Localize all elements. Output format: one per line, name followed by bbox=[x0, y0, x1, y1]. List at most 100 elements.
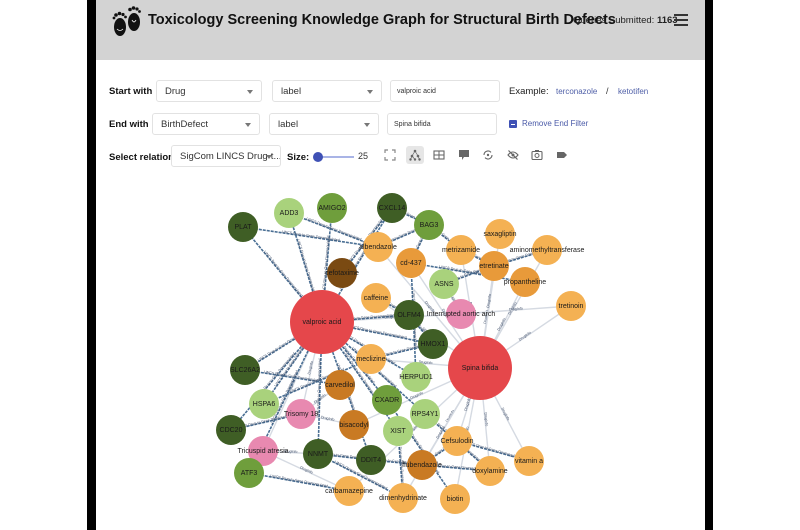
fullscreen-button[interactable] bbox=[381, 146, 399, 164]
chevron-down-icon bbox=[266, 155, 272, 159]
relation-select[interactable]: SigCom LINCS Drug-t... bbox=[171, 145, 281, 167]
graph-node[interactable]: cd-437 bbox=[396, 248, 426, 278]
graph-node[interactable]: meclizine bbox=[356, 344, 386, 374]
graph-node[interactable]: XIST bbox=[383, 416, 413, 446]
node-label: CXCL14 bbox=[379, 205, 406, 212]
start-field-select[interactable]: label bbox=[272, 80, 382, 102]
graph-node[interactable]: PLAT bbox=[228, 212, 258, 242]
screenshot-camera-button[interactable] bbox=[528, 146, 546, 164]
graph-node[interactable]: caffeine bbox=[361, 283, 391, 313]
device-frame-left bbox=[87, 0, 96, 530]
start-type-value: Drug bbox=[165, 86, 186, 97]
node-label: etretinate bbox=[479, 263, 508, 270]
table-view-button[interactable] bbox=[430, 146, 448, 164]
graph-node[interactable]: Trisomy 18 bbox=[284, 399, 318, 429]
graph-node[interactable]: carbamazepine bbox=[325, 476, 373, 506]
knowledge-graph-svg[interactable]: DrugInfo DrugInfo DrugInfo DrugInfo DrugInfo… bbox=[96, 178, 705, 530]
node-label: vitamin a bbox=[515, 458, 543, 465]
remove-end-filter-checkbox[interactable] bbox=[509, 120, 517, 128]
remove-end-filter-label[interactable]: Remove End Filter bbox=[522, 119, 588, 128]
edge-label: DrugInfo bbox=[518, 331, 532, 342]
size-value: 25 bbox=[358, 151, 369, 161]
graph-node[interactable]: propantheline bbox=[504, 267, 547, 297]
hamburger-menu-icon[interactable] bbox=[674, 14, 688, 26]
edge-label: DrugInfo bbox=[509, 307, 523, 312]
start-type-select[interactable]: Drug bbox=[156, 80, 262, 102]
knowledge-graph-canvas[interactable]: DrugInfo DrugInfo DrugInfo DrugInfo DrugInfo… bbox=[96, 178, 705, 530]
node-label: Trisomy 18 bbox=[284, 411, 318, 418]
node-label: Interrupted aortic arch bbox=[427, 311, 496, 318]
comment-button[interactable] bbox=[455, 146, 473, 164]
node-label: BAG3 bbox=[420, 222, 439, 229]
graph-node[interactable]: carvedilol bbox=[325, 370, 355, 400]
end-field-select[interactable]: label bbox=[269, 113, 379, 135]
node-label: caffeine bbox=[364, 295, 388, 302]
queries-submitted: Queries Submitted: 1163 bbox=[573, 15, 678, 26]
graph-node[interactable]: HMOX1 bbox=[418, 329, 448, 359]
graph-node[interactable]: albendazole bbox=[359, 232, 397, 262]
edge-label: LINCS Drug-to-Gene Downregulated bbox=[263, 250, 304, 298]
network-layout-icon bbox=[408, 149, 421, 161]
node-label: Tricuspid atresia bbox=[237, 448, 288, 455]
node-label: Spina bifida bbox=[462, 365, 499, 372]
graph-node[interactable]: SLC26A2 bbox=[230, 355, 260, 385]
graph-node[interactable]: CDC20 bbox=[216, 415, 246, 445]
graph-node[interactable]: biotin bbox=[440, 484, 470, 514]
node-label: OLFM4 bbox=[397, 312, 420, 319]
chevron-down-icon bbox=[367, 90, 373, 94]
graph-node[interactable]: Spina bifida bbox=[448, 336, 512, 400]
end-value-input[interactable]: Spina bifida bbox=[387, 113, 497, 135]
graph-node[interactable]: NNMT bbox=[303, 439, 333, 469]
hide-labels-button[interactable] bbox=[504, 146, 522, 164]
start-value-input[interactable]: valproic acid bbox=[390, 80, 500, 102]
size-slider-thumb[interactable] bbox=[313, 152, 323, 162]
node-label: DDIT4 bbox=[361, 457, 381, 464]
end-type-select[interactable]: BirthDefect bbox=[152, 113, 260, 135]
graph-node[interactable]: BAG3 bbox=[414, 210, 444, 240]
graph-node[interactable]: bisacodyl bbox=[339, 410, 369, 440]
graph-node[interactable]: CXCL14 bbox=[377, 193, 407, 223]
graph-node[interactable]: valproic acid bbox=[290, 290, 354, 354]
graph-node[interactable]: aminomethyltransferase bbox=[510, 235, 585, 265]
graph-node[interactable]: tretinoin bbox=[556, 291, 586, 321]
fullscreen-icon bbox=[384, 149, 396, 161]
node-label: ASNS bbox=[434, 281, 453, 288]
node-label: Cefsulodin bbox=[440, 438, 473, 445]
node-label: cefotaxime bbox=[325, 270, 359, 277]
graph-node[interactable]: CXADR bbox=[372, 385, 402, 415]
graph-node[interactable]: ADD3 bbox=[274, 198, 304, 228]
node-label: albendazole bbox=[359, 244, 397, 251]
network-layout-button[interactable] bbox=[405, 146, 424, 164]
node-label: carvedilol bbox=[325, 382, 355, 389]
device-frame-right bbox=[705, 0, 713, 530]
node-label: aminomethyltransferase bbox=[510, 247, 585, 254]
edge-label: LINCS Drug-to-Gene Downregulated bbox=[348, 324, 406, 339]
graph-node[interactable]: ATF3 bbox=[234, 458, 264, 488]
node-label: HSPA6 bbox=[253, 401, 276, 408]
edge-label: DrugInfo bbox=[307, 361, 314, 375]
start-with-label: Start with bbox=[109, 86, 153, 97]
node-label: carbamazepine bbox=[325, 488, 373, 495]
comment-icon bbox=[458, 150, 469, 160]
graph-node[interactable]: ASNS bbox=[429, 269, 459, 299]
graph-node[interactable]: saxagliptin bbox=[483, 219, 517, 249]
graph-node[interactable]: HSPA6 bbox=[249, 389, 279, 419]
graph-node[interactable]: OLFM4 bbox=[394, 300, 424, 330]
tag-button[interactable] bbox=[553, 146, 571, 164]
graph-node[interactable]: DDIT4 bbox=[356, 445, 386, 475]
graph-node[interactable]: vitamin a bbox=[514, 446, 544, 476]
edge-label: DrugInfo bbox=[409, 391, 423, 400]
graph-node[interactable]: HERPUD1 bbox=[399, 362, 433, 392]
node-label: RPS4Y1 bbox=[412, 411, 439, 418]
graph-node[interactable]: AMIGO2 bbox=[317, 193, 347, 223]
graph-node[interactable]: etretinate bbox=[479, 251, 509, 281]
example-link-terconazole[interactable]: terconazole bbox=[556, 87, 597, 96]
edge-label: LINCS Drug-to-Gene Downregulated bbox=[321, 235, 330, 294]
node-label: NNMT bbox=[308, 451, 329, 458]
edge-label: DrugInfo bbox=[486, 294, 492, 308]
refresh-layout-button[interactable] bbox=[479, 146, 497, 164]
node-label: doxylamine bbox=[472, 468, 508, 475]
example-link-ketotifen[interactable]: ketotifen bbox=[618, 87, 648, 96]
graph-node[interactable]: RPS4Y1 bbox=[410, 399, 440, 429]
node-label: flubendazole bbox=[402, 462, 442, 469]
